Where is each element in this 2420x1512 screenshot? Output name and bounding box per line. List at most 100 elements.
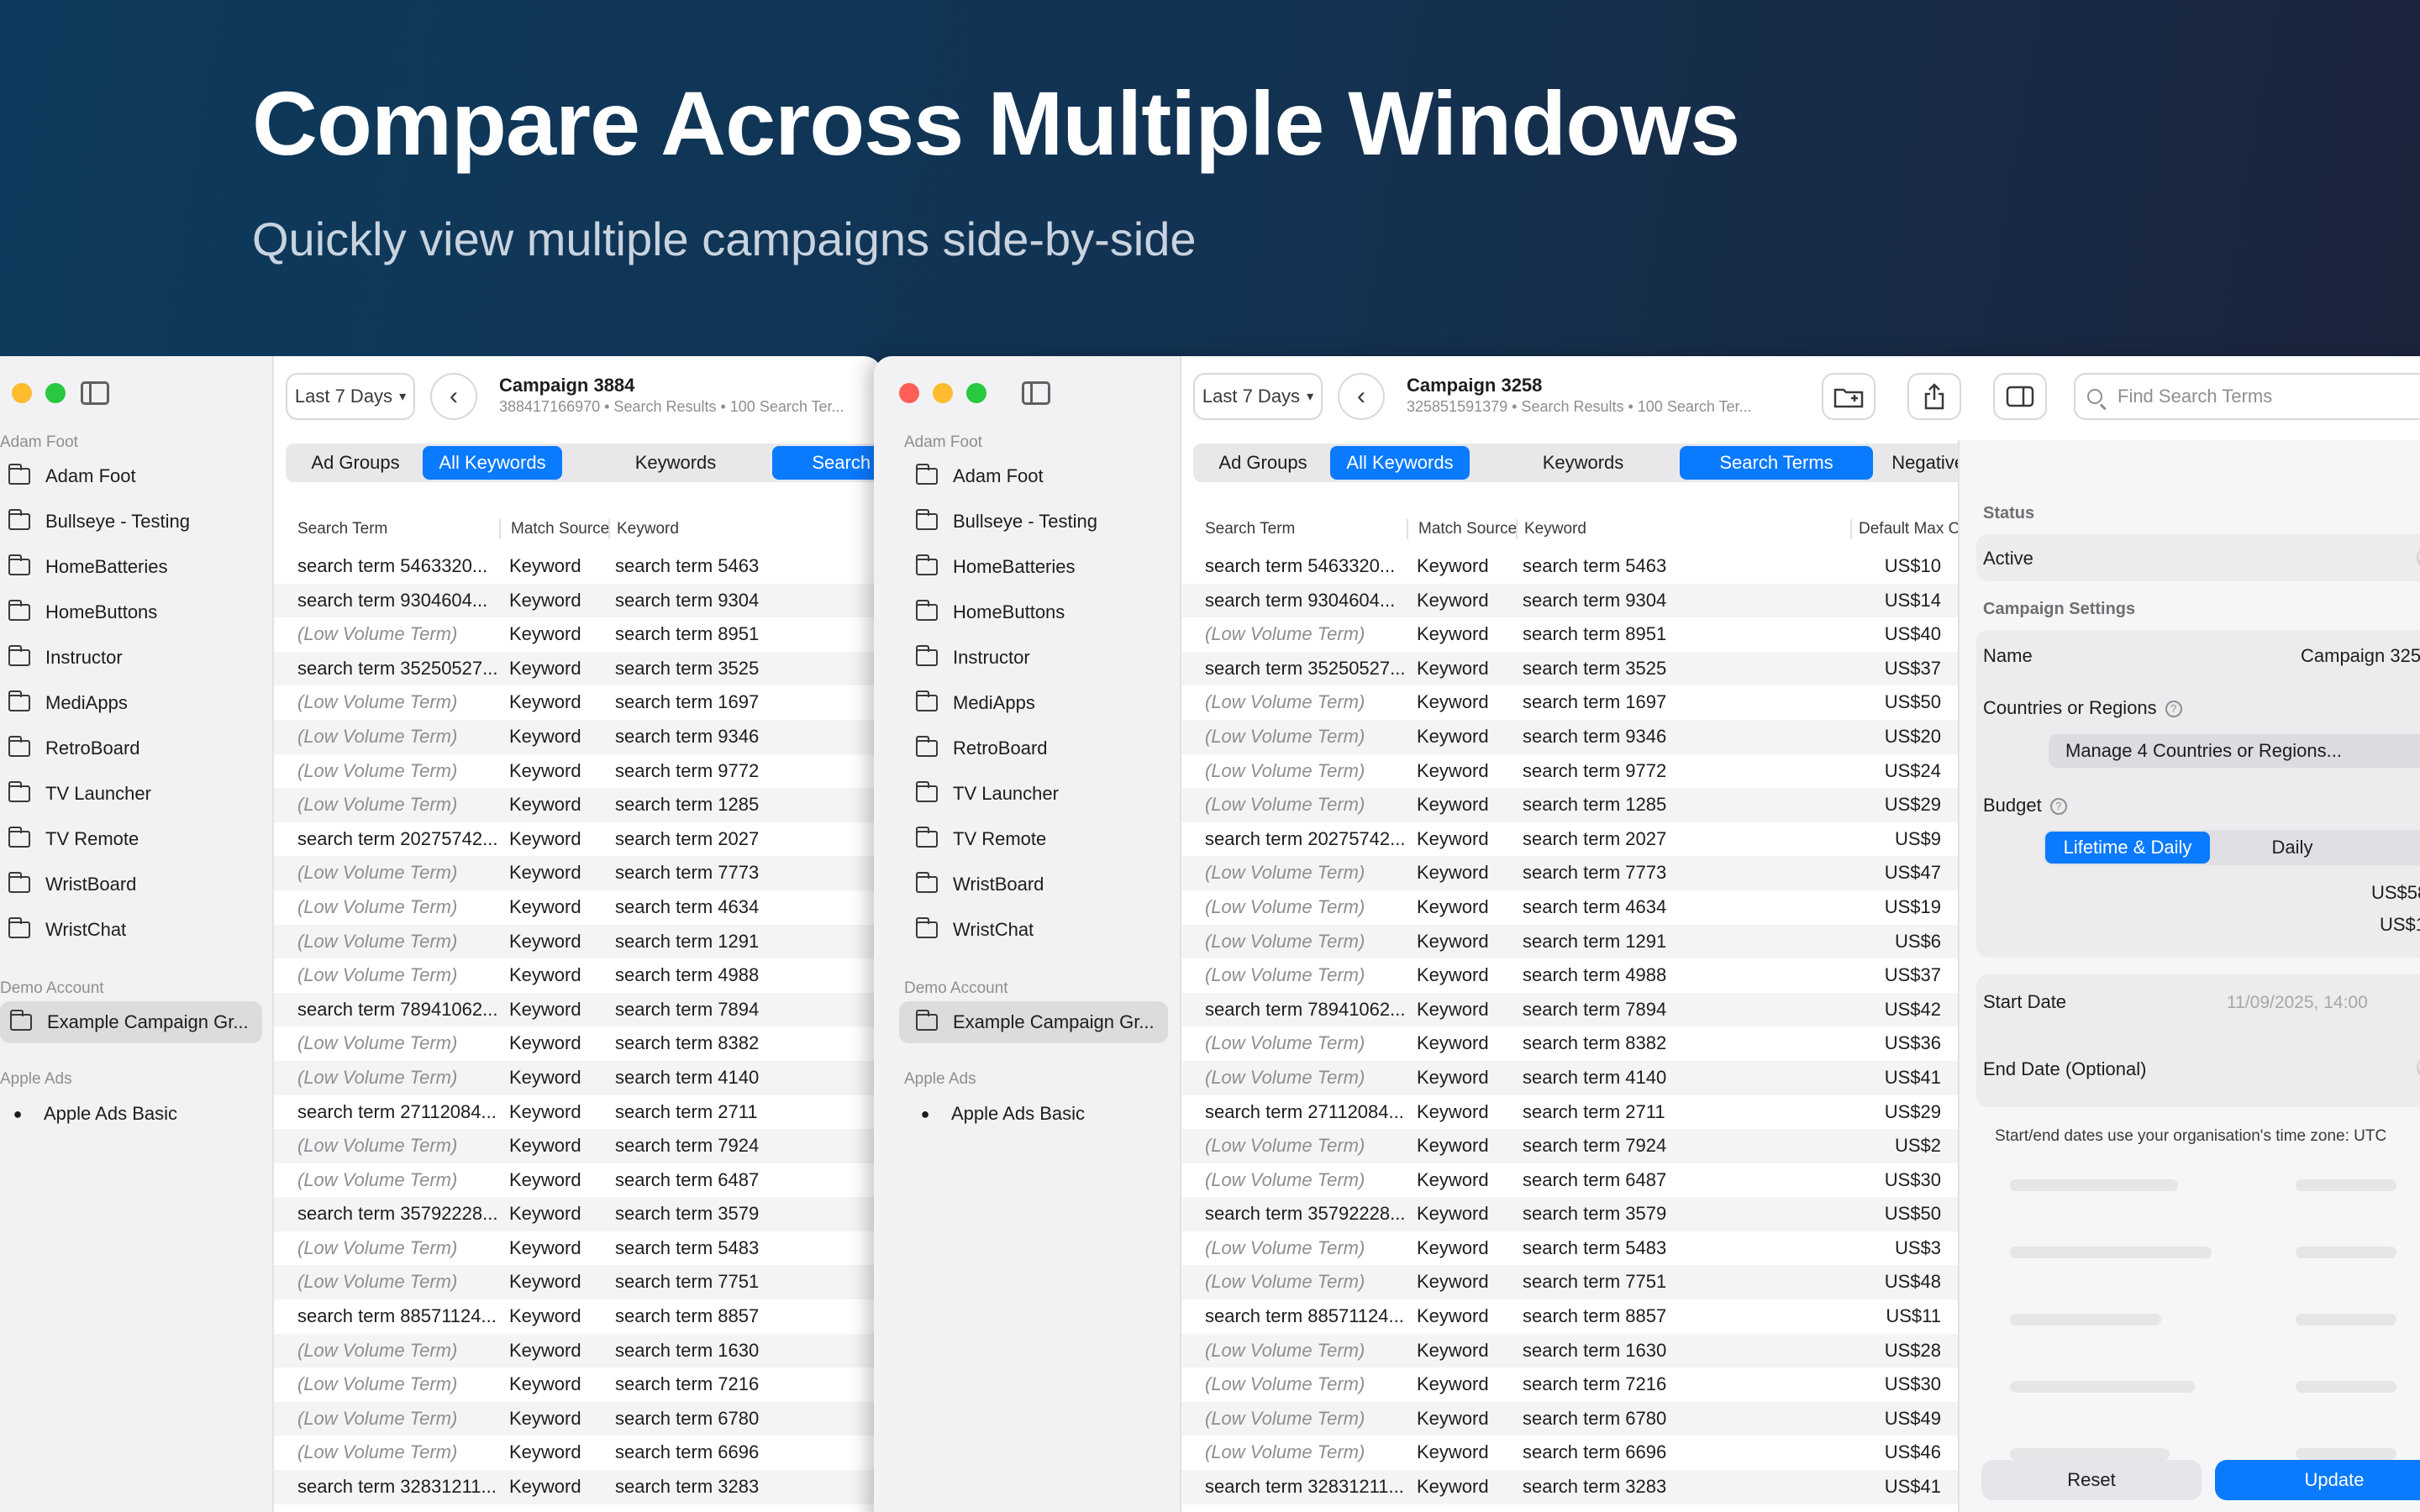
table-row[interactable]: search term 20275742... Keyword search ter… — [274, 822, 882, 857]
table-row[interactable]: search term 5463320... Keyword search term… — [1181, 549, 1958, 584]
table-row[interactable]: (Low Volume Term) Keyword search term 9772… — [1181, 754, 1958, 789]
lifetime-budget-value[interactable]: US$580.00 — [2371, 882, 2420, 904]
back-button[interactable]: ‹ — [430, 373, 477, 420]
sidebar-item[interactable]: MediApps — [8, 682, 128, 724]
date-range-picker[interactable]: Last 7 Days ▾ — [286, 373, 415, 420]
table-row[interactable]: (Low Volume Term) Keyword search term 4140… — [1181, 1060, 1958, 1095]
table-row[interactable]: (Low Volume Term) Keyword search term 1697 — [274, 685, 882, 720]
column-divider[interactable] — [608, 519, 610, 539]
sidebar-item[interactable]: WristBoard — [8, 864, 136, 906]
sidebar-item[interactable]: HomeBatteries — [915, 546, 1076, 588]
table-row[interactable]: (Low Volume Term) Keyword search term 6780… — [1181, 1401, 1958, 1436]
table-row[interactable]: (Low Volume Term) Keyword search term 9772 — [274, 754, 882, 789]
table-row[interactable]: search term 27112084... Keyword search ter… — [274, 1095, 882, 1130]
table-row[interactable]: (Low Volume Term) Keyword search term 6487 — [274, 1163, 882, 1198]
zoom-button[interactable] — [45, 383, 66, 403]
table-row[interactable]: (Low Volume Term) Keyword search term 7216… — [1181, 1368, 1958, 1402]
budget-option-daily[interactable]: Daily — [2210, 832, 2375, 864]
search-input[interactable]: Find Search Terms — [2074, 373, 2420, 420]
table-row[interactable]: (Low Volume Term) Keyword search term 7924 — [274, 1129, 882, 1163]
tab-keywords[interactable]: Keywords — [1486, 446, 1680, 480]
table-row[interactable]: (Low Volume Term) Keyword search term 6487… — [1181, 1163, 1958, 1198]
sidebar-item[interactable]: HomeButtons — [8, 591, 157, 633]
table-row[interactable]: (Low Volume Term) Keyword search term 8382 — [274, 1026, 882, 1061]
new-folder-button[interactable] — [1822, 373, 1876, 420]
manage-countries-button[interactable]: Manage 4 Countries or Regions... — [2049, 734, 2420, 768]
active-toggle[interactable] — [2417, 547, 2420, 569]
close-button[interactable] — [899, 383, 919, 403]
table-row[interactable]: (Low Volume Term) Keyword search term 1291… — [1181, 924, 1958, 959]
column-divider[interactable] — [499, 519, 501, 539]
table-row[interactable]: (Low Volume Term) Keyword search term 4988 — [274, 958, 882, 993]
table-row[interactable]: search term 35250527... Keyword search ter… — [1181, 651, 1958, 686]
table-row[interactable]: (Low Volume Term) Keyword search term 7924… — [1181, 1129, 1958, 1163]
column-header[interactable]: Match Source — [1418, 512, 1517, 546]
tab-keywords[interactable]: Keywords — [579, 446, 772, 480]
sidebar-toggle-icon[interactable] — [81, 381, 109, 405]
start-date-value[interactable]: 11/09/2025, 14:00 — [2227, 993, 2368, 1013]
column-header[interactable]: Match Source — [511, 512, 609, 546]
table-row[interactable]: (Low Volume Term) Keyword search term 9346 — [274, 719, 882, 754]
table-row[interactable]: (Low Volume Term) Keyword search term 4140 — [274, 1060, 882, 1095]
table-row[interactable]: search term 88571124... Keyword search ter… — [1181, 1299, 1958, 1334]
sidebar-item[interactable]: Adam Foot — [8, 455, 136, 497]
sidebar-item[interactable]: TV Launcher — [915, 773, 1059, 815]
tab-search-terms[interactable]: Search Terms — [1680, 446, 1873, 480]
sidebar-item-example-campaign[interactable]: Example Campaign Gr... — [899, 1001, 1168, 1043]
table-row[interactable]: (Low Volume Term) Keyword search term 1291 — [274, 924, 882, 959]
table-row[interactable]: (Low Volume Term) Keyword search term 4634 — [274, 890, 882, 925]
minimize-button[interactable] — [933, 383, 953, 403]
sidebar-item[interactable]: HomeButtons — [915, 591, 1065, 633]
column-header[interactable]: Search Term — [297, 512, 387, 546]
sidebar-item[interactable]: TV Launcher — [8, 773, 151, 815]
inspector-toggle-button[interactable] — [1993, 373, 2047, 420]
table-row[interactable]: (Low Volume Term) Keyword search term 1630 — [274, 1333, 882, 1368]
help-icon[interactable]: ? — [2165, 701, 2182, 718]
sidebar-item[interactable]: WristChat — [8, 909, 126, 951]
sidebar-item[interactable]: WristBoard — [915, 864, 1044, 906]
tab-all-keywords[interactable]: All Keywords — [1330, 446, 1470, 480]
table-row[interactable]: (Low Volume Term) Keyword search term 7773 — [274, 856, 882, 890]
name-value[interactable]: Campaign 3258 — [2301, 645, 2420, 667]
sidebar-item[interactable]: RetroBoard — [915, 727, 1048, 769]
sidebar-item[interactable]: TV Remote — [915, 818, 1046, 860]
tab-ad-groups[interactable]: Ad Groups — [1196, 446, 1330, 480]
sidebar-item[interactable]: RetroBoard — [8, 727, 140, 769]
column-divider[interactable] — [1516, 519, 1518, 539]
table-row[interactable]: (Low Volume Term) Keyword search term 5483… — [1181, 1231, 1958, 1266]
update-button[interactable]: Update — [2215, 1460, 2420, 1500]
table-row[interactable]: (Low Volume Term) Keyword search term 4988… — [1181, 958, 1958, 993]
table-row[interactable]: search term 5463320... Keyword search term… — [274, 549, 882, 584]
table-row[interactable]: search term 88571124... Keyword search ter… — [274, 1299, 882, 1334]
column-header[interactable]: Keyword — [617, 512, 679, 546]
table-row[interactable]: (Low Volume Term)Keyword search term 7122 — [274, 1504, 882, 1512]
help-icon[interactable]: ? — [2049, 798, 2067, 816]
sidebar-toggle-icon[interactable] — [1022, 381, 1050, 405]
table-row[interactable]: search term 35792228... Keyword search ter… — [1181, 1197, 1958, 1231]
sidebar-item-apple-ads-basic[interactable]: ● Apple Ads Basic — [8, 1093, 177, 1135]
column-divider[interactable] — [1850, 519, 1852, 539]
table-row[interactable]: (Low Volume Term) Keyword search term 6696… — [1181, 1436, 1958, 1470]
table-row[interactable]: (Low Volume Term)Keyword search term 7122… — [1181, 1504, 1958, 1512]
table-row[interactable]: search term 78941062... Keyword search ter… — [1181, 992, 1958, 1027]
column-divider[interactable] — [1407, 519, 1408, 539]
table-row[interactable]: (Low Volume Term) Keyword search term 6780 — [274, 1401, 882, 1436]
sidebar-item-example-campaign[interactable]: Example Campaign Gr... — [0, 1001, 262, 1043]
sidebar-item[interactable]: Instructor — [915, 637, 1030, 679]
daily-budget-value[interactable]: US$16.00 — [2380, 914, 2420, 936]
table-row[interactable]: search term 27112084... Keyword search ter… — [1181, 1095, 1958, 1130]
sidebar-item[interactable]: MediApps — [915, 682, 1035, 724]
table-row[interactable]: search term 78941062... Keyword search ter… — [274, 992, 882, 1027]
table-row[interactable]: search term 35792228... Keyword search ter… — [274, 1197, 882, 1231]
sidebar-item-apple-ads-basic[interactable]: ● Apple Ads Basic — [916, 1093, 1085, 1135]
column-header[interactable]: Search Term — [1205, 512, 1295, 546]
sidebar-item[interactable]: Adam Foot — [915, 455, 1044, 497]
table-row[interactable]: search term 9304604... Keyword search term… — [1181, 583, 1958, 618]
table-row[interactable]: (Low Volume Term) Keyword search term 7773… — [1181, 856, 1958, 890]
sidebar-item[interactable]: TV Remote — [8, 818, 139, 860]
table-row[interactable]: search term 9304604... Keyword search term… — [274, 583, 882, 618]
date-range-picker[interactable]: Last 7 Days ▾ — [1193, 373, 1323, 420]
table-row[interactable]: (Low Volume Term) Keyword search term 4634… — [1181, 890, 1958, 925]
table-row[interactable]: (Low Volume Term) Keyword search term 6696 — [274, 1436, 882, 1470]
table-row[interactable]: (Low Volume Term) Keyword search term 7751… — [1181, 1265, 1958, 1300]
